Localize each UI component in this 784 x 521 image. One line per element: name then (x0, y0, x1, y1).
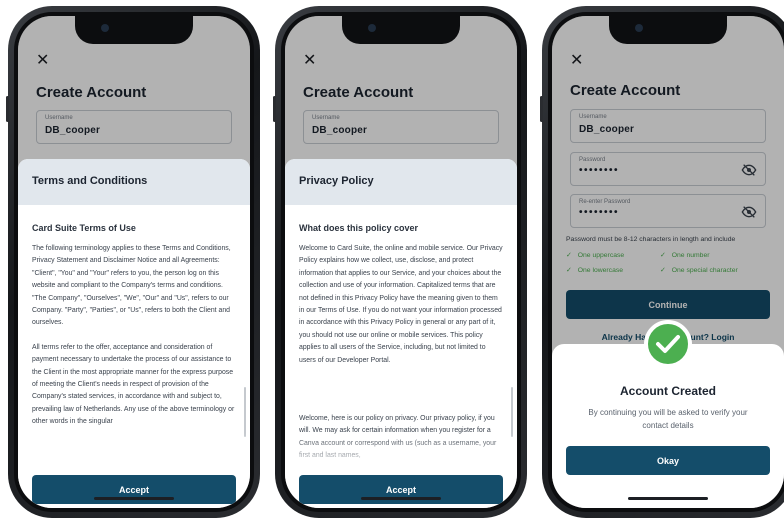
terms-sheet: Terms and Conditions Card Suite Terms of… (18, 159, 250, 508)
volume-button (273, 96, 276, 122)
notch (609, 16, 727, 44)
screen: ✕ Create Account Username DB_cooper Priv… (285, 16, 517, 508)
notch (342, 16, 460, 44)
volume-button (6, 96, 9, 122)
sheet-subtitle: What does this policy cover (299, 223, 419, 233)
scrollbar[interactable] (511, 387, 513, 437)
fade (18, 433, 250, 473)
terms-paragraph-1: The following terminology applies to the… (32, 245, 231, 327)
volume-button (540, 96, 543, 122)
sheet-title: Terms and Conditions (18, 159, 250, 205)
sheet-body[interactable]: Card Suite Terms of Use The following te… (18, 223, 250, 437)
phone-bezel: ✕ Create Account Username DB_cooper Pass… (548, 12, 784, 512)
phone-bezel: ✕ Create Account Username DB_cooper Priv… (281, 12, 521, 512)
camera-icon (101, 24, 109, 32)
home-indicator (94, 497, 174, 500)
okay-button[interactable]: Okay (566, 446, 770, 475)
stage: ✕ Create Account Username DB_cooper Term… (0, 0, 784, 521)
sheet-title: Privacy Policy (285, 159, 517, 205)
notch (75, 16, 193, 44)
camera-icon (635, 24, 643, 32)
screen: ✕ Create Account Username DB_cooper Term… (18, 16, 250, 508)
screen: ✕ Create Account Username DB_cooper Pass… (552, 16, 784, 508)
phone-bezel: ✕ Create Account Username DB_cooper Term… (14, 12, 254, 512)
phone-account-created: ✕ Create Account Username DB_cooper Pass… (540, 6, 784, 518)
privacy-sheet: Privacy Policy What does this policy cov… (285, 159, 517, 508)
scrollbar[interactable] (244, 387, 246, 437)
phone-terms: ✕ Create Account Username DB_cooper Term… (6, 6, 260, 518)
home-indicator (628, 497, 708, 500)
checkmark-icon (656, 335, 680, 353)
privacy-paragraph-1: Welcome to Card Suite, the online and mo… (299, 245, 503, 364)
success-check-icon (644, 320, 692, 368)
phone-privacy: ✕ Create Account Username DB_cooper Priv… (273, 6, 527, 518)
home-indicator (361, 497, 441, 500)
terms-paragraph-2: All terms refer to the offer, acceptance… (32, 343, 235, 426)
modal-text: By continuing you will be asked to verif… (588, 408, 748, 430)
camera-icon (368, 24, 376, 32)
modal-title: Account Created (619, 384, 717, 398)
fade (285, 433, 517, 473)
sheet-subtitle: Card Suite Terms of Use (32, 223, 136, 233)
account-created-modal: Account Created By continuing you will b… (552, 320, 784, 508)
